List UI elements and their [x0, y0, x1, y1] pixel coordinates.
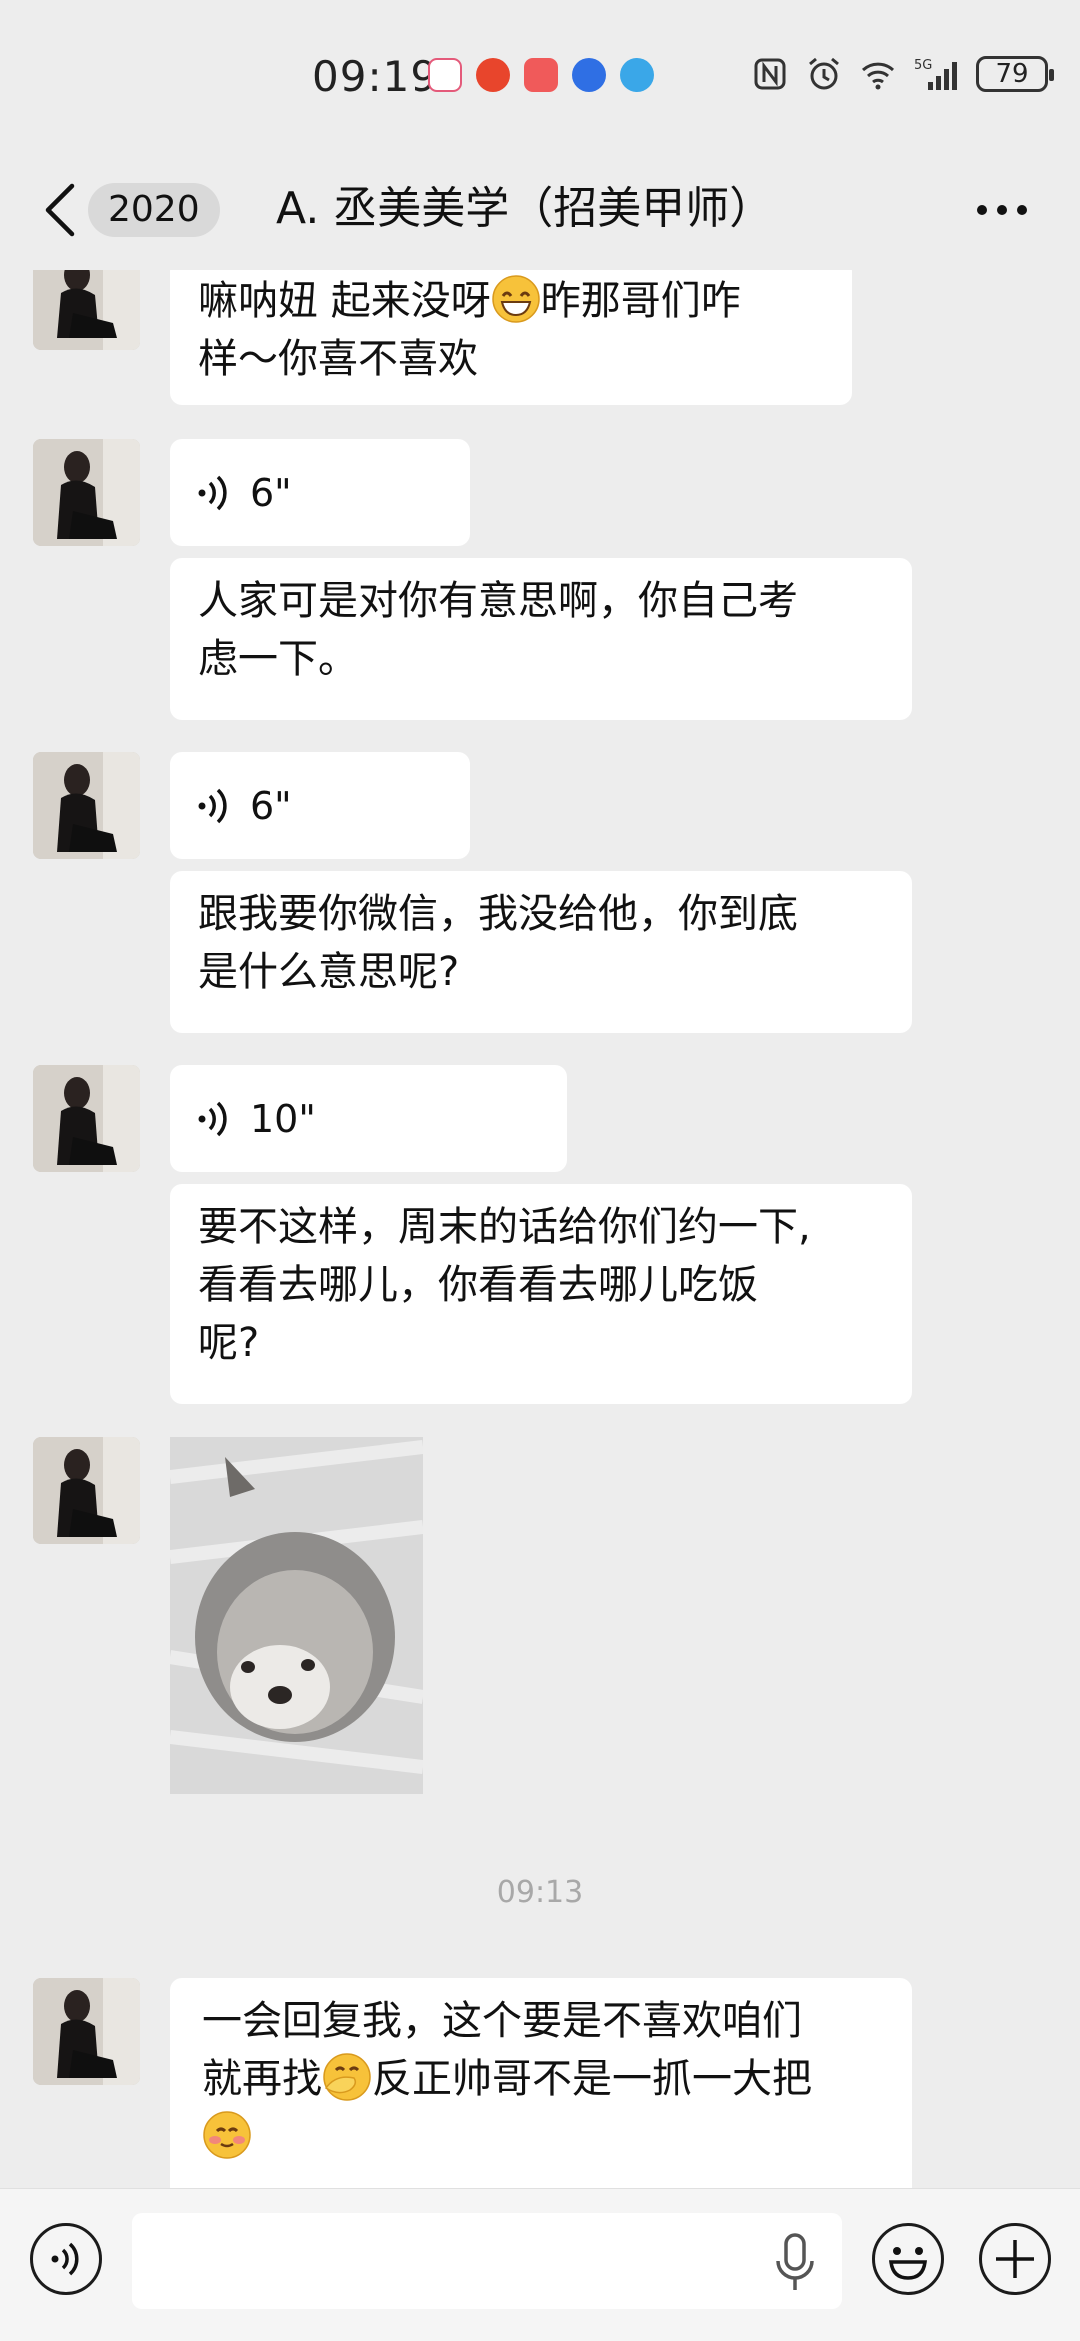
message-input[interactable]: [132, 2213, 842, 2309]
voice-message[interactable]: 6": [170, 439, 470, 546]
message-bubble[interactable]: 跟我要你微信，我没给他，你到底 是什么意思呢?: [170, 871, 912, 1033]
puppy-photo-icon: [170, 1437, 423, 1794]
chat-header: 2020 A. 丞美美学（招美甲师）: [0, 150, 1080, 270]
message-bubble[interactable]: 一会回复我，这个要是不喜欢咱们 就再找 反正帅哥不是一抓一大把: [170, 1978, 912, 2188]
app-notification-icon: [572, 58, 606, 92]
image-message[interactable]: [170, 1437, 423, 1794]
message-text-part: 反正帅哥不是一抓一大把: [372, 2056, 812, 2102]
message-text: 嘛呐妞 起来没呀 昨那哥们咋 样～你喜不喜欢: [198, 272, 824, 388]
message-text-part: 昨那哥们咋: [540, 278, 741, 324]
message-text-part: 看看去哪儿，你看看去哪儿吃饭: [198, 1262, 758, 1308]
grinning-emoji-icon: [491, 275, 540, 323]
alarm-icon: [809, 57, 839, 90]
avatar[interactable]: [33, 1437, 140, 1544]
voice-duration: 10": [250, 1096, 316, 1141]
hand-over-mouth-emoji-icon: [323, 2053, 371, 2101]
voice-duration: 6": [250, 470, 292, 515]
app-notification-icon: [428, 58, 462, 92]
message-bubble[interactable]: 人家可是对你有意思啊，你自己考 虑一下。: [170, 558, 912, 720]
message-text-part: 是什么意思呢?: [198, 949, 460, 995]
unread-count-badge[interactable]: 2020: [88, 183, 220, 237]
avatar[interactable]: [33, 1065, 140, 1172]
voice-message[interactable]: 6": [170, 752, 470, 859]
message-text: 跟我要你微信，我没给他，你到底 是什么意思呢?: [198, 885, 884, 1001]
plus-button[interactable]: [979, 2223, 1051, 2295]
message-text-part: 要不这样，周末的话给你们约一下,: [198, 1204, 811, 1250]
emoji-face-icon: [889, 2247, 927, 2280]
voice-wave-icon: [198, 788, 227, 823]
emoji-button[interactable]: [872, 2223, 944, 2295]
status-time: 09:19: [312, 52, 439, 101]
status-app-icons: [428, 58, 654, 92]
avatar[interactable]: [33, 270, 140, 350]
message-text: 人家可是对你有意思啊，你自己考 虑一下。: [198, 572, 884, 688]
message-bubble[interactable]: 要不这样，周末的话给你们约一下, 看看去哪儿，你看看去哪儿吃饭 呢?: [170, 1184, 912, 1404]
input-bar: [0, 2188, 1080, 2341]
wifi-icon: [861, 62, 895, 90]
app-notification-icon: [476, 58, 510, 92]
message-text-part: 虑一下。: [198, 636, 358, 682]
voice-input-button[interactable]: [30, 2223, 102, 2295]
voice-wave-icon: [198, 1101, 227, 1136]
status-bar: 09:19 5G 79: [0, 0, 1080, 150]
app-notification-icon: [524, 58, 558, 92]
message-text-part: 跟我要你微信，我没给他，你到底: [198, 891, 798, 937]
message-text-part: 一会回复我，这个要是不喜欢咱们: [202, 1998, 802, 2044]
voice-wave-icon: [198, 475, 227, 510]
message-text: 一会回复我，这个要是不喜欢咱们 就再找 反正帅哥不是一抓一大把: [202, 1992, 884, 2166]
message-text: 要不这样，周末的话给你们约一下, 看看去哪儿，你看看去哪儿吃饭 呢?: [198, 1198, 902, 1372]
message-text-part: 就再找: [202, 2056, 322, 2102]
chat-title: A. 丞美美学（招美甲师）: [276, 183, 774, 234]
message-timestamp: 09:13: [496, 1875, 584, 1910]
message-text-part: 呢?: [198, 1320, 260, 1366]
avatar[interactable]: [33, 1978, 140, 2085]
message-text-part: 人家可是对你有意思啊，你自己考: [198, 578, 798, 624]
avatar[interactable]: [33, 439, 140, 546]
message-bubble[interactable]: 嘛呐妞 起来没呀 昨那哥们咋 样～你喜不喜欢: [170, 270, 852, 405]
nfc-icon: [754, 58, 786, 90]
app-notification-icon: [620, 58, 654, 92]
voice-duration: 6": [250, 783, 292, 828]
voice-message[interactable]: 10": [170, 1065, 567, 1172]
blushing-emoji-icon: [203, 2111, 251, 2159]
more-dots-icon[interactable]: [976, 204, 1028, 216]
message-text-part: 样～你喜不喜欢: [198, 336, 478, 382]
microphone-icon[interactable]: [770, 2231, 820, 2295]
avatar[interactable]: [33, 752, 140, 859]
plus-icon: [996, 2240, 1034, 2278]
chevron-left-icon[interactable]: [40, 180, 80, 240]
status-system-icons: 5G 79: [752, 56, 1054, 92]
message-list[interactable]: 嘛呐妞 起来没呀 昨那哥们咋 样～你喜不喜欢 6" 人家可是对你有意思啊，你自己考…: [0, 270, 1080, 2188]
voice-wave-icon: [51, 2242, 79, 2276]
message-text-part: 嘛呐妞 起来没呀: [198, 278, 491, 324]
svg-text:5G: 5G: [914, 58, 932, 73]
signal-5g-icon: 5G: [914, 58, 957, 90]
battery-indicator: 79: [976, 56, 1054, 92]
